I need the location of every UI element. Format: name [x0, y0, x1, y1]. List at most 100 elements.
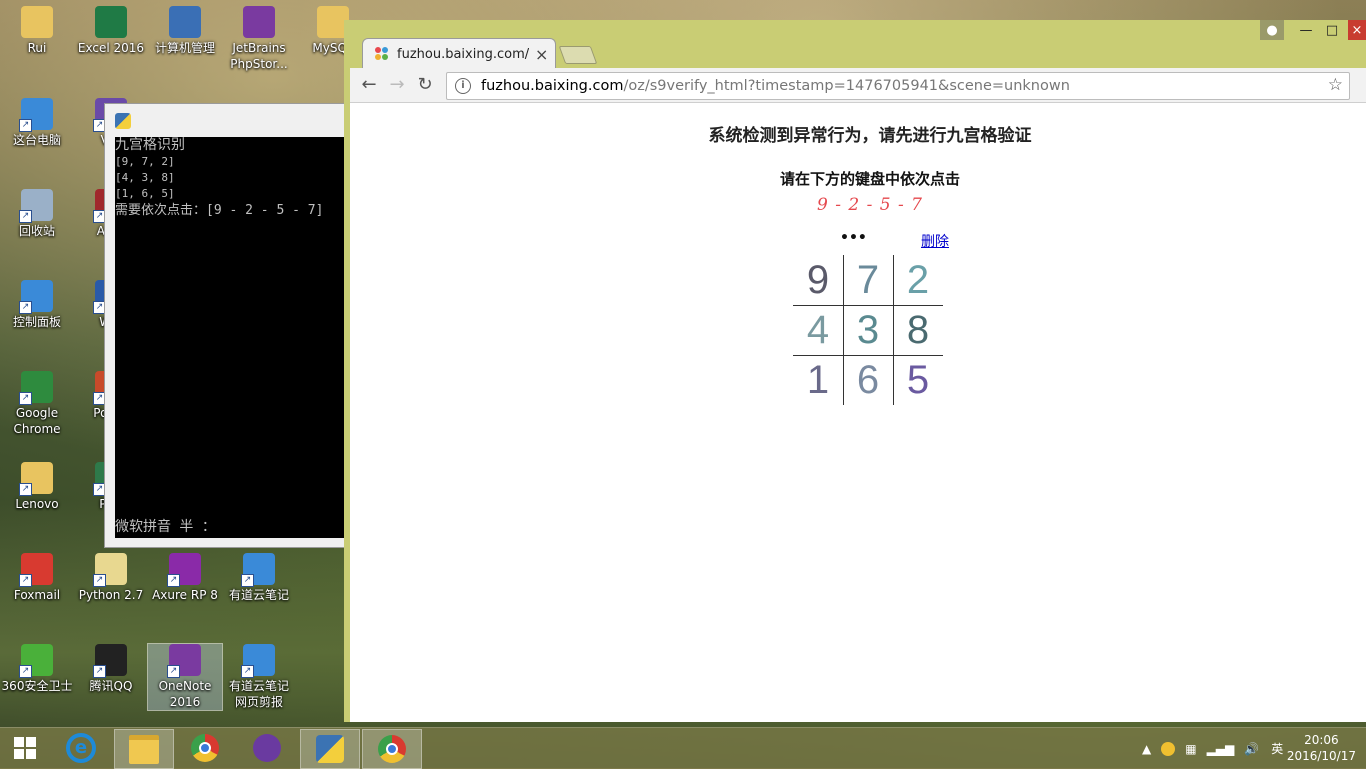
back-icon[interactable]: ← — [358, 74, 380, 96]
url-host: fuzhou.baixing.com — [481, 78, 624, 94]
taskbar-ie[interactable]: e — [52, 729, 110, 767]
desktop-icon-label: Google Chrome — [13, 406, 61, 436]
tab-baixing[interactable]: fuzhou.baixing.com/oz × — [362, 38, 556, 69]
desktop-icon-label: 控制面板 — [12, 315, 61, 329]
app-icon — [21, 6, 53, 38]
bookmark-star-icon[interactable]: ☆ — [1328, 75, 1343, 95]
keypad-key[interactable]: 7 — [843, 255, 893, 305]
console-line: [9, 7, 2] — [115, 155, 175, 168]
tab-close-icon[interactable]: × — [535, 45, 548, 64]
app-icon: ↗ — [19, 371, 53, 405]
tab-title: fuzhou.baixing.com/oz — [397, 46, 529, 62]
instruction-text: 请在下方的键盘中依次点击 — [779, 170, 960, 188]
delete-link[interactable]: 删除 — [921, 231, 949, 251]
keypad-key[interactable]: 6 — [843, 355, 893, 405]
app-icon: ↗ — [167, 644, 201, 678]
keypad-key[interactable]: 8 — [893, 305, 943, 355]
keypad-key[interactable]: 3 — [843, 305, 893, 355]
desktop-icon[interactable]: ↗ 回收站 — [0, 189, 74, 239]
shortcut-arrow-icon: ↗ — [93, 665, 106, 678]
nine-grid-keypad: 972438165 — [793, 255, 943, 405]
desktop-icon[interactable]: ↗ 控制面板 — [0, 280, 74, 330]
desktop-icon[interactable]: ↗ OneNote 2016 — [147, 643, 223, 711]
desktop-icon-label: Python 2.7 — [78, 588, 144, 602]
app-icon: ↗ — [19, 644, 53, 678]
keypad-key[interactable]: 9 — [793, 255, 843, 305]
desktop-icon-label: Axure RP 8 — [152, 588, 218, 602]
console-line: [4, 3, 8] — [115, 171, 175, 184]
internet-explorer-icon: e — [66, 733, 96, 763]
desktop-icon-label: 这台电脑 — [12, 133, 61, 147]
desktop-icon-label: 回收站 — [18, 224, 55, 238]
desktop-icon[interactable]: ↗ Google Chrome — [0, 371, 74, 437]
browser-toolbar: ← → ↻ i fuzhou.baixing.com/oz/s9verify_h… — [350, 68, 1366, 103]
desktop-icon[interactable]: Excel 2016 — [74, 6, 148, 56]
taskbar-chrome[interactable] — [176, 729, 234, 767]
entered-dots: ••• — [840, 230, 867, 246]
desktop-icon[interactable]: ↗ Python 2.7 — [74, 553, 148, 603]
reload-icon[interactable]: ↻ — [414, 74, 436, 96]
shortcut-arrow-icon: ↗ — [19, 119, 32, 132]
taskbar-python[interactable] — [300, 729, 360, 769]
desktop-icon[interactable]: 计算机管理 — [148, 6, 222, 56]
keypad-key[interactable]: 1 — [793, 355, 843, 405]
shortcut-arrow-icon: ↗ — [241, 665, 254, 678]
keypad-key[interactable]: 2 — [893, 255, 943, 305]
forward-icon[interactable]: → — [386, 74, 408, 96]
minimize-button[interactable]: — — [1294, 20, 1318, 40]
ime-status: 微软拼音 半 ： — [115, 519, 216, 535]
volume-icon[interactable]: 🔊 — [1244, 742, 1259, 756]
show-hidden-icons-icon[interactable]: ▲ — [1142, 742, 1151, 756]
console-titlebar[interactable] — [105, 104, 349, 137]
clock[interactable]: 20:06 2016/10/17 — [1287, 732, 1356, 764]
system-tray: ▲ ▦ ▂▄▆ 🔊 英 — [1142, 728, 1283, 769]
app-icon: ↗ — [93, 644, 127, 678]
360-tray-icon[interactable] — [1161, 741, 1176, 756]
app-icon — [169, 6, 201, 38]
app-icon: ↗ — [19, 553, 53, 587]
desktop-icon-label: 腾讯QQ — [89, 679, 133, 693]
chrome-icon — [191, 734, 219, 762]
shortcut-arrow-icon: ↗ — [167, 665, 180, 678]
app-icon: ↗ — [241, 644, 275, 678]
start-button[interactable] — [0, 729, 50, 767]
ime-indicator[interactable]: 英 — [1271, 740, 1283, 757]
profile-icon[interactable]: ● — [1260, 20, 1284, 40]
desktop-icon-label: OneNote 2016 — [158, 679, 212, 709]
address-bar[interactable]: i fuzhou.baixing.com/oz/s9verify_html?ti… — [446, 72, 1350, 100]
desktop-icon[interactable]: Rui — [0, 6, 74, 56]
taskbar-cat-app[interactable] — [238, 729, 296, 767]
cat-app-icon — [253, 734, 281, 762]
shortcut-arrow-icon: ↗ — [19, 483, 32, 496]
desktop-icon[interactable]: ↗ 腾讯QQ — [74, 644, 148, 694]
app-icon: ↗ — [19, 462, 53, 496]
maximize-button[interactable]: □ — [1320, 20, 1344, 40]
keypad-key[interactable]: 4 — [793, 305, 843, 355]
shortcut-arrow-icon: ↗ — [167, 574, 180, 587]
desktop-icon-label: JetBrains PhpStor... — [230, 41, 288, 71]
desktop-icon[interactable]: JetBrains PhpStor... — [222, 6, 296, 72]
taskbar-explorer[interactable] — [114, 729, 174, 769]
python-icon — [316, 735, 344, 763]
desktop-icon[interactable]: ↗ 有道云笔记 网页剪报 — [222, 644, 296, 710]
desktop-icon[interactable]: ↗ Lenovo — [0, 462, 74, 512]
chrome-window[interactable]: fuzhou.baixing.com/oz × ● — □ × ← → ↻ i … — [344, 20, 1366, 722]
page-info-icon[interactable]: i — [455, 78, 471, 94]
python-console-window[interactable]: 九宫格识别 [9, 7, 2] [4, 3, 8] [1, 6, 5] 需要依次… — [104, 103, 350, 548]
app-icon: ↗ — [241, 553, 275, 587]
keypad-key[interactable]: 5 — [893, 355, 943, 405]
desktop-icon[interactable]: ↗ 这台电脑 — [0, 98, 74, 148]
desktop-icon[interactable]: ↗ 有道云笔记 — [222, 553, 296, 603]
network-icon[interactable]: ▂▄▆ — [1207, 742, 1235, 756]
close-button[interactable]: × — [1348, 20, 1366, 40]
shortcut-arrow-icon: ↗ — [19, 210, 32, 223]
new-tab-button[interactable] — [558, 46, 598, 64]
shortcut-arrow-icon: ↗ — [241, 574, 254, 587]
app-icon: ↗ — [93, 553, 127, 587]
taskbar-chrome-active[interactable] — [362, 729, 422, 769]
device-icon[interactable]: ▦ — [1185, 742, 1196, 756]
desktop-icon[interactable]: ↗ Foxmail — [0, 553, 74, 603]
desktop-icon[interactable]: ↗ 360安全卫士 — [0, 644, 74, 694]
desktop-icon[interactable]: ↗ Axure RP 8 — [148, 553, 222, 603]
desktop-icon-label: 计算机管理 — [154, 41, 215, 55]
